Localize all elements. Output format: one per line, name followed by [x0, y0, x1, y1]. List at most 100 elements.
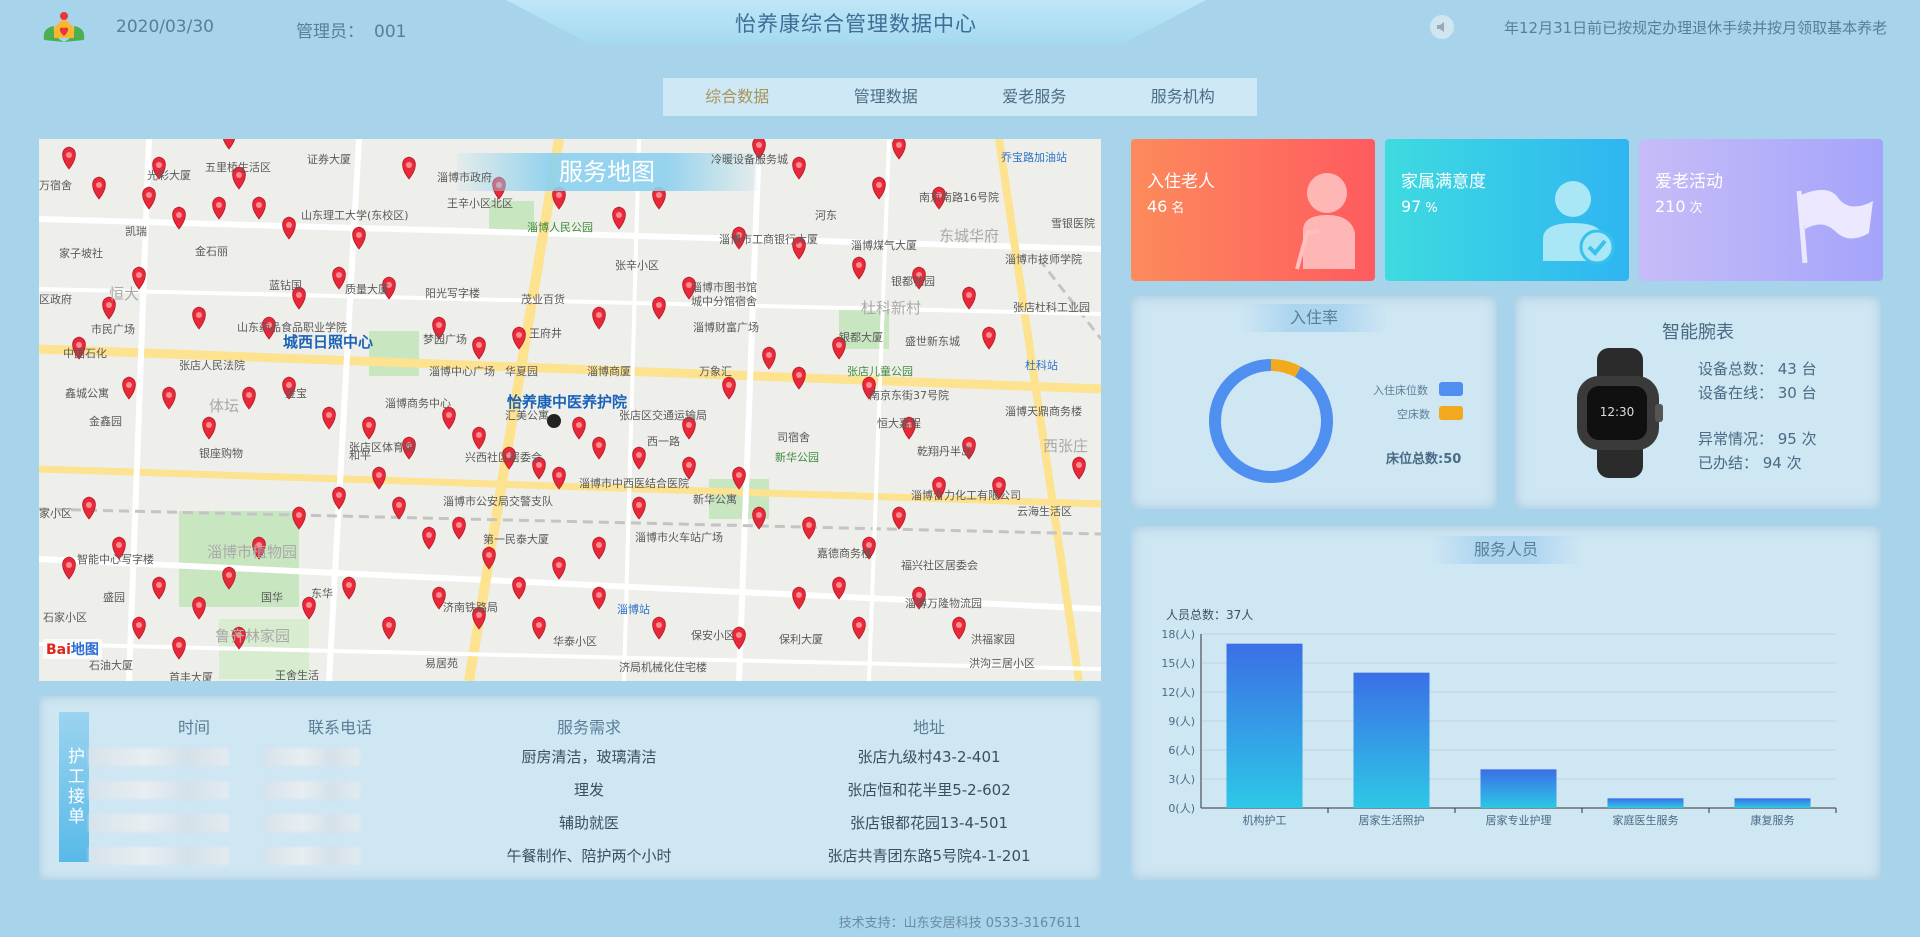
map-location-pin[interactable]: [382, 616, 396, 640]
map-location-pin[interactable]: [422, 526, 436, 550]
map-location-pin[interactable]: [982, 326, 996, 350]
map-label: 西张庄: [1043, 437, 1089, 455]
map-location-pin[interactable]: [472, 336, 486, 360]
card-family-satisfaction[interactable]: 家属满意度 97%: [1385, 139, 1629, 281]
blurred-phone: [264, 814, 360, 832]
map-location-pin[interactable]: [242, 386, 256, 410]
tab-comprehensive-data[interactable]: 综合数据: [663, 78, 812, 116]
map-location-pin[interactable]: [802, 516, 816, 540]
blurred-phone: [264, 847, 360, 865]
map-location-pin[interactable]: [612, 206, 626, 230]
map-location-pin[interactable]: [132, 616, 146, 640]
map-location-pin[interactable]: [332, 266, 346, 290]
map-label: 兴西社区居委会: [465, 451, 542, 464]
map-label: 中国石化: [63, 347, 107, 360]
map-location-pin[interactable]: [762, 346, 776, 370]
map-location-pin[interactable]: [192, 306, 206, 330]
watch-resolved-count: 已办结： 94 次: [1698, 454, 1802, 472]
map-location-pin[interactable]: [62, 146, 76, 170]
map-location-pin[interactable]: [792, 366, 806, 390]
tab-service-agencies[interactable]: 服务机构: [1109, 78, 1258, 116]
map-location-pin[interactable]: [472, 426, 486, 450]
map-location-pin[interactable]: [962, 286, 976, 310]
map-location-pin[interactable]: [892, 506, 906, 530]
map-location-pin[interactable]: [652, 616, 666, 640]
map-label: 冷暖设备服务城: [711, 153, 788, 166]
card-elderly-activities[interactable]: 爱老活动 210 次: [1639, 139, 1883, 281]
map-location-pin[interactable]: [392, 496, 406, 520]
map-location-pin[interactable]: [722, 376, 736, 400]
map-location-pin[interactable]: [852, 256, 866, 280]
y-tick-label: 9(人): [1168, 715, 1195, 728]
map-location-pin[interactable]: [512, 576, 526, 600]
staff-bar: [1353, 672, 1430, 808]
card-elderly-residents[interactable]: 入住老人 46 名: [1131, 139, 1375, 281]
map-location-pin[interactable]: [192, 596, 206, 620]
map-label: 洪沟三居小区: [969, 657, 1035, 670]
map-label: 淄博商厦: [587, 365, 631, 378]
blurred-phone: [264, 748, 360, 766]
map-location-pin[interactable]: [952, 616, 966, 640]
map-location-pin[interactable]: [402, 156, 416, 180]
map-location-pin[interactable]: [172, 636, 186, 660]
map-location-pin[interactable]: [202, 416, 216, 440]
map-label: 首丰大厦: [169, 671, 213, 681]
map-location-pin[interactable]: [122, 376, 136, 400]
map-location-pin[interactable]: [572, 416, 586, 440]
map-location-pin[interactable]: [1072, 456, 1086, 480]
map-label: 城中分馆宿舍: [691, 295, 757, 308]
map-location-pin[interactable]: [552, 556, 566, 580]
map-location-pin[interactable]: [252, 196, 266, 220]
map-location-pin[interactable]: [652, 296, 666, 320]
map-label: 茂业百货: [521, 293, 565, 306]
x-tick-label: 居家生活照护: [1359, 813, 1425, 827]
tab-elderly-services[interactable]: 爱老服务: [960, 78, 1109, 116]
map-location-pin[interactable]: [342, 576, 356, 600]
map-label: 恒大嘉程: [877, 417, 921, 430]
service-map[interactable]: 服务地图 五里桥生活区 光彩大厦 证券大厦 淄博市政府 冷暖设备服务城 乔宝路加…: [39, 139, 1101, 681]
total-beds: 床位总数:50: [1386, 452, 1462, 467]
map-location-pin[interactable]: [852, 616, 866, 640]
notice-marquee: 年12月31日前已按规定办理退休手续并按月领取基本养老: [1504, 19, 1888, 37]
map-location-pin[interactable]: [92, 176, 106, 200]
staff-bar: [1480, 769, 1557, 808]
map-label: 华泰小区: [553, 635, 597, 648]
map-location-pin[interactable]: [152, 576, 166, 600]
card-title: 家属满意度: [1401, 172, 1486, 192]
map-location-pin[interactable]: [632, 446, 646, 470]
map-location-pin[interactable]: [592, 536, 606, 560]
tab-management-data[interactable]: 管理数据: [812, 78, 961, 116]
map-location-pin[interactable]: [892, 139, 906, 160]
map-location-pin[interactable]: [872, 176, 886, 200]
map-location-pin[interactable]: [282, 216, 296, 240]
order-address: 张店恒和花半里5-2-602: [847, 781, 1011, 799]
center-location-marker[interactable]: [547, 414, 561, 428]
map-location-pin[interactable]: [592, 586, 606, 610]
map-location-pin[interactable]: [452, 516, 466, 540]
map-label: 王辛小区北区: [447, 197, 513, 210]
map-location-pin[interactable]: [532, 616, 546, 640]
map-location-pin[interactable]: [792, 156, 806, 180]
map-location-pin[interactable]: [362, 416, 376, 440]
map-location-pin[interactable]: [372, 466, 386, 490]
map-location-pin[interactable]: [322, 406, 336, 430]
map-location-pin[interactable]: [332, 486, 346, 510]
map-location-pin[interactable]: [62, 556, 76, 580]
map-location-pin[interactable]: [592, 436, 606, 460]
map-location-pin[interactable]: [792, 586, 806, 610]
map-label: 金鑫园: [89, 415, 122, 428]
map-label: 石家小区: [43, 611, 87, 624]
blurred-phone: [264, 781, 360, 799]
map-location-pin[interactable]: [162, 386, 176, 410]
speaker-mute-icon[interactable]: [1430, 15, 1454, 39]
map-label: 淄博市技师学院: [1005, 253, 1082, 266]
column-header-address: 地址: [912, 718, 945, 737]
map-location-pin[interactable]: [82, 496, 96, 520]
map-label: 张店区交通运输局: [619, 409, 707, 422]
map-location-pin[interactable]: [632, 496, 646, 520]
map-location-pin[interactable]: [212, 196, 226, 220]
map-location-pin[interactable]: [222, 139, 236, 150]
map-location-pin[interactable]: [592, 306, 606, 330]
blurred-time: [89, 847, 229, 865]
legend-swatch-empty: [1439, 406, 1463, 420]
